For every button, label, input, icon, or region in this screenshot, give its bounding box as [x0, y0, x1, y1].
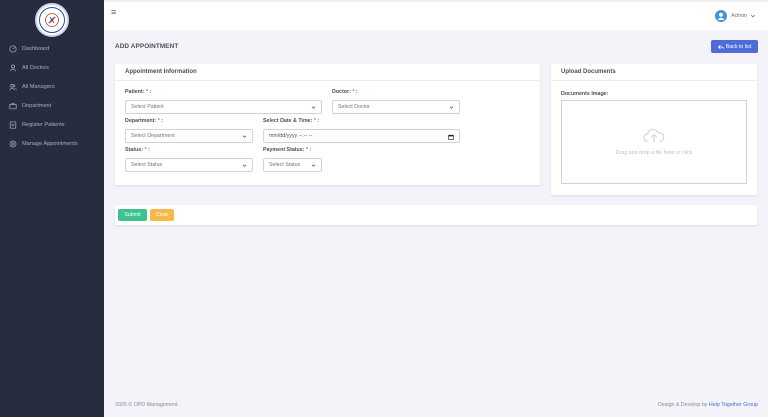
status-select[interactable]: Select Status — [125, 158, 253, 172]
register-icon — [9, 120, 17, 129]
dropzone-text: Drag and drop a file here or click — [615, 150, 693, 156]
datetime-input[interactable]: mm/dd/yyyy --:-- -- — [263, 129, 460, 143]
required-marker: * — [352, 89, 355, 95]
department-select[interactable]: Select Department — [125, 129, 253, 143]
back-arrow-icon — [717, 44, 724, 49]
user-menu[interactable]: Admin — [715, 10, 756, 22]
chevron-down-icon — [449, 106, 454, 109]
logo-area — [0, 0, 104, 38]
chevron-down-icon — [311, 164, 316, 167]
required-marker: * — [306, 147, 309, 153]
card-title: Upload Documents — [551, 64, 757, 81]
payment-status-select[interactable]: Select Status — [263, 158, 322, 172]
settings-icon — [9, 140, 17, 147]
patient-label: Patient: * : — [125, 89, 152, 95]
footer-credit: Design & Develop by Help Together Group — [657, 402, 758, 408]
documents-image-label: Documents Image: — [561, 91, 609, 97]
page-title: ADD APPOINTMENT — [115, 43, 179, 50]
sidebar-item-label: All Managers — [22, 83, 55, 90]
required-marker: * — [145, 89, 148, 95]
chevron-down-icon — [750, 14, 756, 18]
footer-brand-link[interactable]: Help Together Group — [709, 402, 758, 408]
submit-button[interactable]: Submit — [118, 209, 147, 221]
chevron-down-icon — [242, 135, 247, 138]
action-bar — [115, 205, 757, 225]
calendar-icon[interactable] — [448, 134, 454, 140]
patient-select[interactable]: Select Patient — [125, 100, 322, 114]
chevron-down-icon — [242, 164, 247, 167]
sidebar-item-register-patients[interactable]: Register Patients — [0, 115, 104, 134]
required-marker: * — [144, 147, 147, 153]
topbar: ≡ Admin — [104, 0, 768, 30]
cloud-upload-icon — [643, 128, 665, 143]
sidebar-item-label: Dashboard — [22, 45, 50, 52]
user-name: Admin — [731, 13, 747, 19]
footer: 2025 © OPD Management. Design & Develop … — [104, 393, 768, 417]
card-title: Appointment Information — [115, 64, 540, 81]
clinic-logo[interactable] — [35, 3, 69, 37]
doctor-select[interactable]: Select Doctor — [332, 100, 460, 114]
avatar — [715, 10, 728, 22]
sidebar-nav: Dashboard All Doctors All Managers Depar… — [0, 39, 104, 153]
dashboard-icon — [9, 44, 17, 53]
logo-emblem-icon — [39, 7, 65, 33]
sidebar-item-label: Manage Appointments — [22, 140, 78, 147]
back-to-list-button[interactable]: Back to list — [711, 40, 758, 53]
status-label: Status: * : — [125, 147, 150, 153]
footer-copyright: 2025 © OPD Management. — [115, 402, 179, 408]
menu-toggle-icon[interactable]: ≡ — [111, 7, 116, 17]
sidebar-item-department[interactable]: Department — [0, 96, 104, 115]
sidebar-item-all-doctors[interactable]: All Doctors — [0, 58, 104, 77]
file-dropzone[interactable]: Drag and drop a file here or click — [561, 100, 747, 184]
department-label: Department: * : — [125, 118, 163, 124]
back-to-list-label: Back to list — [725, 43, 752, 50]
sidebar-item-label: All Doctors — [22, 64, 50, 71]
sidebar-item-label: Department — [22, 102, 52, 109]
payment-status-label: Payment Status: * : — [263, 147, 312, 153]
datetime-label: Select Date & Time: * : — [263, 118, 320, 124]
required-marker: * — [313, 118, 316, 124]
sidebar-item-dashboard[interactable]: Dashboard — [0, 39, 104, 58]
sidebar-item-label: Register Patients — [22, 121, 65, 128]
doctor-label: Doctor: * : — [332, 89, 358, 95]
sidebar-item-all-managers[interactable]: All Managers — [0, 77, 104, 96]
chevron-down-icon — [311, 106, 316, 109]
sidebar: Dashboard All Doctors All Managers Depar… — [0, 0, 104, 417]
required-marker: * — [157, 118, 160, 124]
clear-button[interactable]: Clear — [150, 209, 174, 221]
user-icon — [9, 64, 17, 71]
users-icon — [9, 83, 17, 90]
briefcase-icon — [9, 102, 17, 109]
sidebar-item-manage-appointments[interactable]: Manage Appointments — [0, 134, 104, 153]
